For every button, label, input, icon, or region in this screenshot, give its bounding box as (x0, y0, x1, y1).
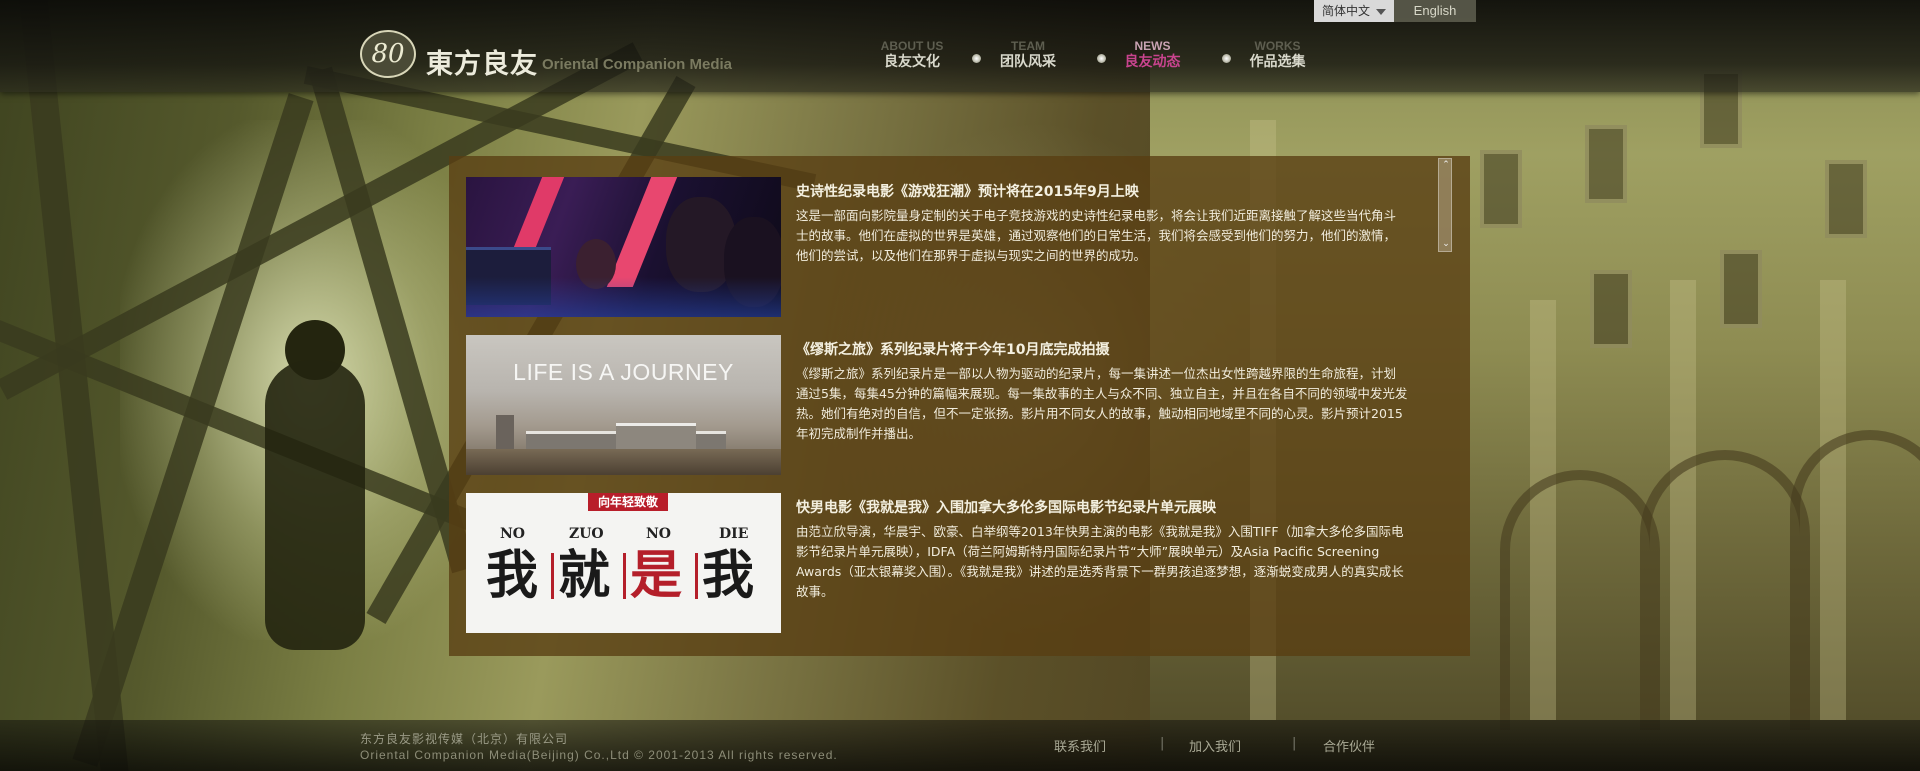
news-summary: 由范立欣导演，华晨宇、欧豪、白举纲等2013年快男主演的电影《我就是我》入围TI… (796, 524, 1404, 599)
scroll-down-icon[interactable]: ⌄ (1441, 239, 1451, 249)
news-panel: 史诗性纪录电影《游戏狂潮》预计将在2015年9月上映 这是一部面向影院量身定制的… (449, 156, 1470, 656)
poster-divider (623, 553, 626, 599)
nav-bullet-icon (1222, 54, 1231, 63)
building-window (1590, 270, 1632, 348)
nav-works[interactable]: WORKS 作品选集 (1240, 40, 1315, 71)
poster-english-row: NO ZUO NO DIE (466, 526, 781, 542)
life-journey-thumbnail[interactable]: LIFE IS A JOURNEY (466, 335, 781, 475)
no-zuo-no-die-poster[interactable]: 向年轻致敬 NO ZUO NO DIE 我 就 是 我 (466, 493, 781, 633)
nav-label-cn: 良友动态 (1124, 54, 1181, 70)
language-english-button[interactable]: English (1394, 0, 1476, 22)
panel-scrollbar[interactable]: ⌃ ⌄ (1438, 158, 1452, 252)
nav-bullet-icon (972, 54, 981, 63)
nav-about-us[interactable]: ABOUT US 良友文化 (872, 40, 952, 71)
building-window (1720, 250, 1762, 328)
building-arch (1790, 430, 1920, 730)
nav-bullet-icon (1097, 54, 1106, 63)
footer-link-join[interactable]: 加入我们 (1189, 736, 1241, 755)
nav-news[interactable]: NEWS 良友动态 (1115, 40, 1190, 71)
footer-separator: | (1292, 736, 1297, 751)
footer-link-contact[interactable]: 联系我们 (1054, 736, 1106, 755)
site-footer: 东方良友影视传媒（北京）有限公司 Oriental Companion Medi… (0, 720, 1920, 771)
nav-label-en: NEWS (1134, 39, 1171, 53)
poster-word: DIE (719, 526, 749, 542)
thumb-screen-glow (466, 277, 781, 317)
footer-company-name: 东方良友影视传媒（北京）有限公司 (360, 732, 569, 746)
silhouette-figure (265, 360, 365, 650)
footer-separator: | (1160, 736, 1165, 751)
nav-label-en: ABOUT US (880, 39, 944, 53)
news-item: LIFE IS A JOURNEY 《缪斯之旅》系列纪录片将于今年10月底完成拍… (466, 335, 1446, 475)
poster-char: 是 (630, 546, 683, 606)
poster-word: ZUO (569, 526, 604, 542)
language-select-chinese[interactable]: 简体中文 (1314, 0, 1394, 22)
poster-banner: 向年轻致敬 (588, 493, 668, 511)
nav-label-en: WORKS (1254, 39, 1301, 53)
news-item: 史诗性纪录电影《游戏狂潮》预计将在2015年9月上映 这是一部面向影院量身定制的… (466, 177, 1446, 317)
nav-label-cn: 团队风采 (1000, 54, 1056, 70)
footer-link-partners[interactable]: 合作伙伴 (1323, 736, 1375, 755)
language-current: 简体中文 (1322, 4, 1371, 18)
chevron-down-icon (1376, 9, 1386, 15)
logo-chinese-name[interactable]: 東方良友 (426, 42, 538, 81)
esports-thumbnail[interactable] (466, 177, 781, 317)
building-window (1480, 150, 1522, 228)
poster-divider (551, 553, 554, 599)
news-summary: 这是一部面向影院量身定制的关于电子竞技游戏的史诗性纪录电影，将会让我们近距离接触… (796, 208, 1397, 263)
poster-char: 我 (702, 546, 755, 606)
poster-chinese-row: 我 就 是 我 (466, 545, 781, 607)
footer-copyright: Oriental Companion Media(Beijing) Co.,Lt… (360, 748, 838, 762)
poster-divider (695, 553, 698, 599)
poster-char: 我 (486, 546, 539, 606)
nav-label-cn: 良友文化 (884, 54, 940, 70)
news-title[interactable]: 快男电影《我就是我》入围加拿大多伦多国际电影节纪录片单元展映 (796, 497, 1216, 517)
poster-word: NO (646, 526, 671, 542)
poster-char: 就 (558, 546, 611, 606)
nav-team[interactable]: TEAM 团队风采 (992, 40, 1064, 71)
logo-english-name[interactable]: Oriental Companion Media (542, 56, 732, 73)
news-summary: 《缪斯之旅》系列纪录片是一部以人物为驱动的纪录片，每一集讲述一位杰出女性跨越界限… (796, 366, 1408, 441)
poster-word: NO (500, 526, 525, 542)
building-window (1825, 160, 1867, 238)
logo-emblem[interactable]: 80 (360, 30, 416, 78)
news-title[interactable]: 《缪斯之旅》系列纪录片将于今年10月底完成拍摄 (796, 339, 1109, 359)
thumb-tower (496, 415, 514, 449)
nav-label-en: TEAM (1011, 39, 1045, 53)
thumb-caption: LIFE IS A JOURNEY (513, 359, 734, 385)
news-item: 向年轻致敬 NO ZUO NO DIE 我 就 是 我 快男电影《我就是我》入围… (466, 493, 1446, 633)
thumb-building (616, 423, 696, 452)
building-arch (1640, 450, 1810, 730)
scroll-up-icon[interactable]: ⌃ (1441, 160, 1451, 170)
site-header: 80 東方良友 Oriental Companion Media ABOUT U… (0, 0, 1920, 92)
nav-label-cn: 作品选集 (1249, 54, 1306, 70)
thumb-ground (466, 449, 781, 475)
building-window (1585, 125, 1627, 203)
building-arch (1500, 470, 1660, 730)
news-title[interactable]: 史诗性纪录电影《游戏狂潮》预计将在2015年9月上映 (796, 181, 1139, 201)
